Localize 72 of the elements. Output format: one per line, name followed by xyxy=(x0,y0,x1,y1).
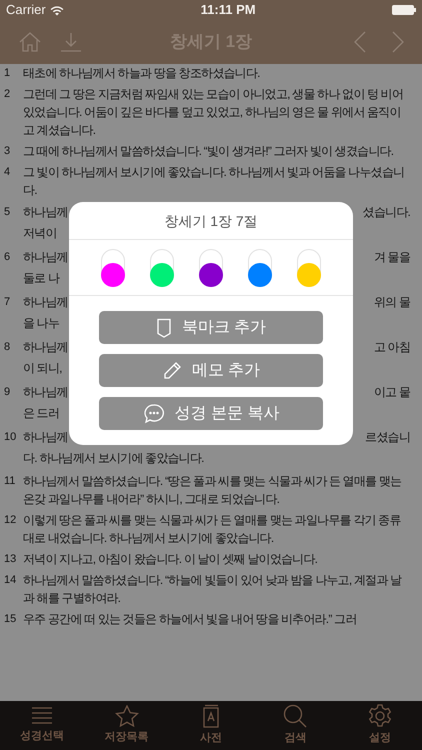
verse-text: 우주 공간에 떠 있는 것들은 하늘에서 빛을 내어 땅을 비추어라.” 그러 xyxy=(23,611,358,628)
verse-text: 하나님께 xyxy=(23,384,68,401)
star-icon xyxy=(114,705,139,728)
bookmark-icon xyxy=(156,318,172,338)
verse-number: 15 xyxy=(4,613,16,625)
verse-number: 6 xyxy=(4,251,10,263)
tab-item[interactable]: 사전 xyxy=(176,704,246,747)
action-button[interactable]: 성경 본문 복사 xyxy=(99,397,323,430)
verse-number: 4 xyxy=(4,166,10,178)
verse-text: 하나님께 xyxy=(23,429,68,446)
verse-number: 10 xyxy=(4,431,16,443)
action-button[interactable]: 북마크 추가 xyxy=(99,311,323,344)
tab-item[interactable]: 검색 xyxy=(260,704,330,747)
verse-text: 하나님께 xyxy=(23,204,68,221)
verse-text: 셨습니다. xyxy=(362,204,410,221)
verse-text: 고 아침 xyxy=(374,339,410,356)
verse-text: 저녁이 지나고, 아침이 왔습니다. 이 날이 셋째 날이었습니다. xyxy=(23,551,318,568)
next-button[interactable] xyxy=(392,31,404,53)
verse-text: 하나님께 xyxy=(23,294,68,311)
verse-number: 3 xyxy=(4,145,10,157)
verse-text: 다. 하나님께서 보시기에 좋았습니다. xyxy=(23,450,204,467)
speech-bubble-icon xyxy=(142,402,165,424)
settings-icon xyxy=(368,704,392,728)
download-button[interactable] xyxy=(60,31,82,53)
verse-text: 하나님께 xyxy=(23,339,68,356)
tab-item[interactable]: 성경선택 xyxy=(7,706,78,745)
status-time: 11:11 PM xyxy=(200,1,256,20)
highlight-toggle[interactable] xyxy=(150,248,174,286)
tab-item[interactable]: 설정 xyxy=(344,704,415,747)
verse-text: 이렇게 땅은 풀과 씨를 맺는 식물과 씨가 든 열매를 맺는 과일나무를 각기 종류대로 내었습니다. 하나님께서 보시기에 좋았습니다. xyxy=(23,512,402,547)
tab-item[interactable]: 저장목록 xyxy=(92,705,162,746)
verse-text: 하나님께서 말씀하셨습니다. “하늘에 빛들이 있어 낮과 밤을 나누고, 계절과 날과 해를 구별하여라. xyxy=(23,572,403,607)
highlight-toggle[interactable] xyxy=(198,248,223,286)
highlight-toggle[interactable] xyxy=(248,248,272,286)
highlight-toggle[interactable] xyxy=(101,248,126,286)
verse-text: 둘로 나 xyxy=(23,270,60,287)
verse-text: 그 때에 하나님께서 말씀하셨습니다. “빛이 생겨라!” 그러자 빛이 생겼습니다. xyxy=(23,143,394,160)
wifi-icon xyxy=(50,6,64,15)
verse-number: 9 xyxy=(4,386,10,398)
verse-text: 르셨습니 xyxy=(365,429,410,446)
verse-number: 2 xyxy=(4,88,10,100)
verse-text: 그 빛이 하나님께서 보시기에 좋았습니다. 하나님께서 빛과 어둠을 나누셨습니다. xyxy=(23,164,406,199)
verse-text: 태초에 하나님께서 하늘과 땅을 창조하셨습니다. xyxy=(23,65,261,82)
verse-text: 저녁이 xyxy=(23,225,57,242)
verse-number: 1 xyxy=(4,67,10,79)
verse-text: 겨 물을 xyxy=(374,249,410,266)
verse-text: 이고 뭍 xyxy=(374,384,410,401)
verse-text: 위의 물 xyxy=(374,294,410,311)
verse-text: 을 나누 xyxy=(23,315,60,332)
verse-number: 7 xyxy=(4,296,10,308)
battery-icon xyxy=(392,5,416,15)
home-button[interactable] xyxy=(18,31,42,53)
verse-text: 은 드러 xyxy=(23,405,60,422)
verse-text: 하나님께 xyxy=(23,249,68,266)
verse-number: 8 xyxy=(4,341,10,353)
previous-button[interactable] xyxy=(354,31,366,53)
list-icon xyxy=(31,706,54,726)
action-button[interactable]: 메모 추가 xyxy=(99,354,323,387)
carrier-label: Carrier xyxy=(6,1,46,20)
verse-text: 그런데 그 땅은 지금처럼 짜임새 있는 모습이 아니었고, 생물 하나 없이 텅 비어 있었습니다. 어둠이 깊은 바다를 덮고 있었고, 하나님의 영은 물 위에서 움직이고 계셨습니다. xyxy=(23,86,404,139)
verse-number: 14 xyxy=(4,574,16,586)
verse-text: 이 되니, xyxy=(23,360,62,377)
verse-text: 하나님께서 말씀하셨습니다. “땅은 풀과 씨를 맺는 식물과 씨가 든 열매를 맺는 온갖 과일나무를 내어라” 하시니, 그대로 되었습니다. xyxy=(23,473,402,508)
search-icon xyxy=(283,704,308,728)
dialog-title: 창세기 1장 7절 xyxy=(164,214,258,228)
book-icon xyxy=(202,704,220,728)
verse-number: 12 xyxy=(4,514,16,526)
highlight-toggle[interactable] xyxy=(296,248,321,286)
verse-number: 11 xyxy=(4,475,16,487)
verse-number: 13 xyxy=(4,553,16,565)
verse-number: 5 xyxy=(4,206,10,218)
pencil-icon xyxy=(162,360,182,380)
